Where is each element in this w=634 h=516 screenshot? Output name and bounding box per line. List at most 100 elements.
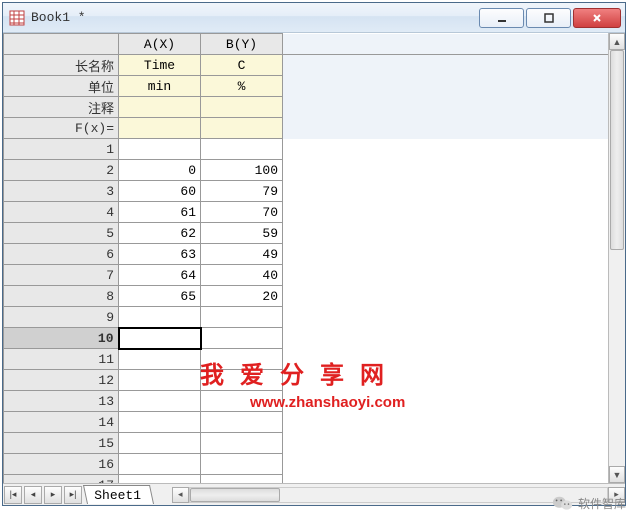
cell-by[interactable]	[201, 433, 283, 454]
table-row: 66349	[4, 244, 609, 265]
nav-first-icon[interactable]: |◂	[4, 486, 22, 504]
cell-by[interactable]	[201, 139, 283, 160]
row-number[interactable]: 5	[4, 223, 119, 244]
row-number[interactable]: 2	[4, 160, 119, 181]
blank-area	[283, 55, 609, 139]
table-row: 46170	[4, 202, 609, 223]
vertical-scrollbar[interactable]: ▲ ▼	[608, 33, 625, 483]
window-buttons	[479, 8, 621, 28]
row-label-longname[interactable]: 长名称	[4, 55, 119, 76]
cell-ax[interactable]	[119, 328, 201, 349]
row-label-unit[interactable]: 单位	[4, 76, 119, 97]
row-number[interactable]: 11	[4, 349, 119, 370]
cell-ax[interactable]	[119, 475, 201, 484]
row-number[interactable]: 9	[4, 307, 119, 328]
cell-by[interactable]: 49	[201, 244, 283, 265]
cell-by[interactable]: 100	[201, 160, 283, 181]
cell-by[interactable]	[201, 307, 283, 328]
footer-watermark-text: 软件智库	[578, 495, 626, 512]
ax-fx[interactable]	[119, 118, 201, 139]
app-icon	[9, 10, 25, 26]
cell-by[interactable]	[201, 349, 283, 370]
scroll-thumb[interactable]	[610, 50, 624, 250]
cell-by[interactable]: 79	[201, 181, 283, 202]
cell-ax[interactable]	[119, 391, 201, 412]
cell-ax[interactable]: 0	[119, 160, 201, 181]
table-row: 11	[4, 349, 609, 370]
cell-by[interactable]	[201, 412, 283, 433]
titlebar[interactable]: Book1 *	[3, 3, 625, 33]
ax-comment[interactable]	[119, 97, 201, 118]
scroll-up-arrow-icon[interactable]: ▲	[609, 33, 625, 50]
cell-ax[interactable]	[119, 454, 201, 475]
cell-ax[interactable]	[119, 307, 201, 328]
row-number[interactable]: 4	[4, 202, 119, 223]
cell-ax[interactable]	[119, 433, 201, 454]
cell-by[interactable]	[201, 328, 283, 349]
table-row: 16	[4, 454, 609, 475]
cell-ax[interactable]	[119, 412, 201, 433]
scroll-left-arrow-icon[interactable]: ◂	[172, 487, 189, 503]
scroll-down-arrow-icon[interactable]: ▼	[609, 466, 625, 483]
maximize-button[interactable]	[526, 8, 571, 28]
table-row: 36079	[4, 181, 609, 202]
cell-by[interactable]	[201, 370, 283, 391]
corner-cell[interactable]	[4, 34, 119, 55]
footer-watermark: 软件智库	[552, 494, 626, 512]
by-longname[interactable]: C	[201, 55, 283, 76]
cell-ax[interactable]: 63	[119, 244, 201, 265]
row-label-fx[interactable]: F(x)=	[4, 118, 119, 139]
cell-by[interactable]: 20	[201, 286, 283, 307]
row-label-comment[interactable]: 注释	[4, 97, 119, 118]
cell-by[interactable]: 70	[201, 202, 283, 223]
minimize-button[interactable]	[479, 8, 524, 28]
cell-by[interactable]	[201, 475, 283, 484]
cell-ax[interactable]: 61	[119, 202, 201, 223]
row-number[interactable]: 3	[4, 181, 119, 202]
cell-ax[interactable]: 65	[119, 286, 201, 307]
cell-by[interactable]	[201, 391, 283, 412]
by-unit[interactable]: %	[201, 76, 283, 97]
row-number[interactable]: 17	[4, 475, 119, 484]
row-number[interactable]: 15	[4, 433, 119, 454]
table-row: 10	[4, 328, 609, 349]
ax-unit[interactable]: min	[119, 76, 201, 97]
table-row: 9	[4, 307, 609, 328]
ax-longname[interactable]: Time	[119, 55, 201, 76]
nav-last-icon[interactable]: ▸|	[64, 486, 82, 504]
cell-by[interactable]: 40	[201, 265, 283, 286]
cell-ax[interactable]	[119, 349, 201, 370]
bottom-bar: |◂ ◂ ▸ ▸| Sheet1 ◂ ▸	[3, 483, 625, 505]
hscroll-thumb[interactable]	[190, 488, 280, 502]
nav-prev-icon[interactable]: ◂	[24, 486, 42, 504]
by-fx[interactable]	[201, 118, 283, 139]
cell-ax[interactable]	[119, 370, 201, 391]
col-header-by[interactable]: B(Y)	[201, 34, 283, 55]
nav-next-icon[interactable]: ▸	[44, 486, 62, 504]
close-button[interactable]	[573, 8, 621, 28]
scroll-track[interactable]	[609, 50, 625, 466]
table-row: 13	[4, 391, 609, 412]
worksheet[interactable]: A(X) B(Y) 长名称 Time C 单位 min % 注释	[3, 33, 608, 483]
cell-ax[interactable]	[119, 139, 201, 160]
row-number[interactable]: 12	[4, 370, 119, 391]
sheet-tab[interactable]: Sheet1	[83, 485, 154, 504]
row-number[interactable]: 1	[4, 139, 119, 160]
row-number[interactable]: 13	[4, 391, 119, 412]
row-number[interactable]: 7	[4, 265, 119, 286]
row-number[interactable]: 14	[4, 412, 119, 433]
workbook-window: Book1 * A(X) B(Y) 长名称 Time C	[2, 2, 626, 506]
row-number[interactable]: 8	[4, 286, 119, 307]
hscroll-track[interactable]	[189, 487, 608, 503]
cell-ax[interactable]: 64	[119, 265, 201, 286]
by-comment[interactable]	[201, 97, 283, 118]
cell-by[interactable]	[201, 454, 283, 475]
row-number[interactable]: 10	[4, 328, 119, 349]
row-number[interactable]: 16	[4, 454, 119, 475]
cell-ax[interactable]: 60	[119, 181, 201, 202]
table-row: 15	[4, 433, 609, 454]
cell-by[interactable]: 59	[201, 223, 283, 244]
col-header-ax[interactable]: A(X)	[119, 34, 201, 55]
row-number[interactable]: 6	[4, 244, 119, 265]
cell-ax[interactable]: 62	[119, 223, 201, 244]
